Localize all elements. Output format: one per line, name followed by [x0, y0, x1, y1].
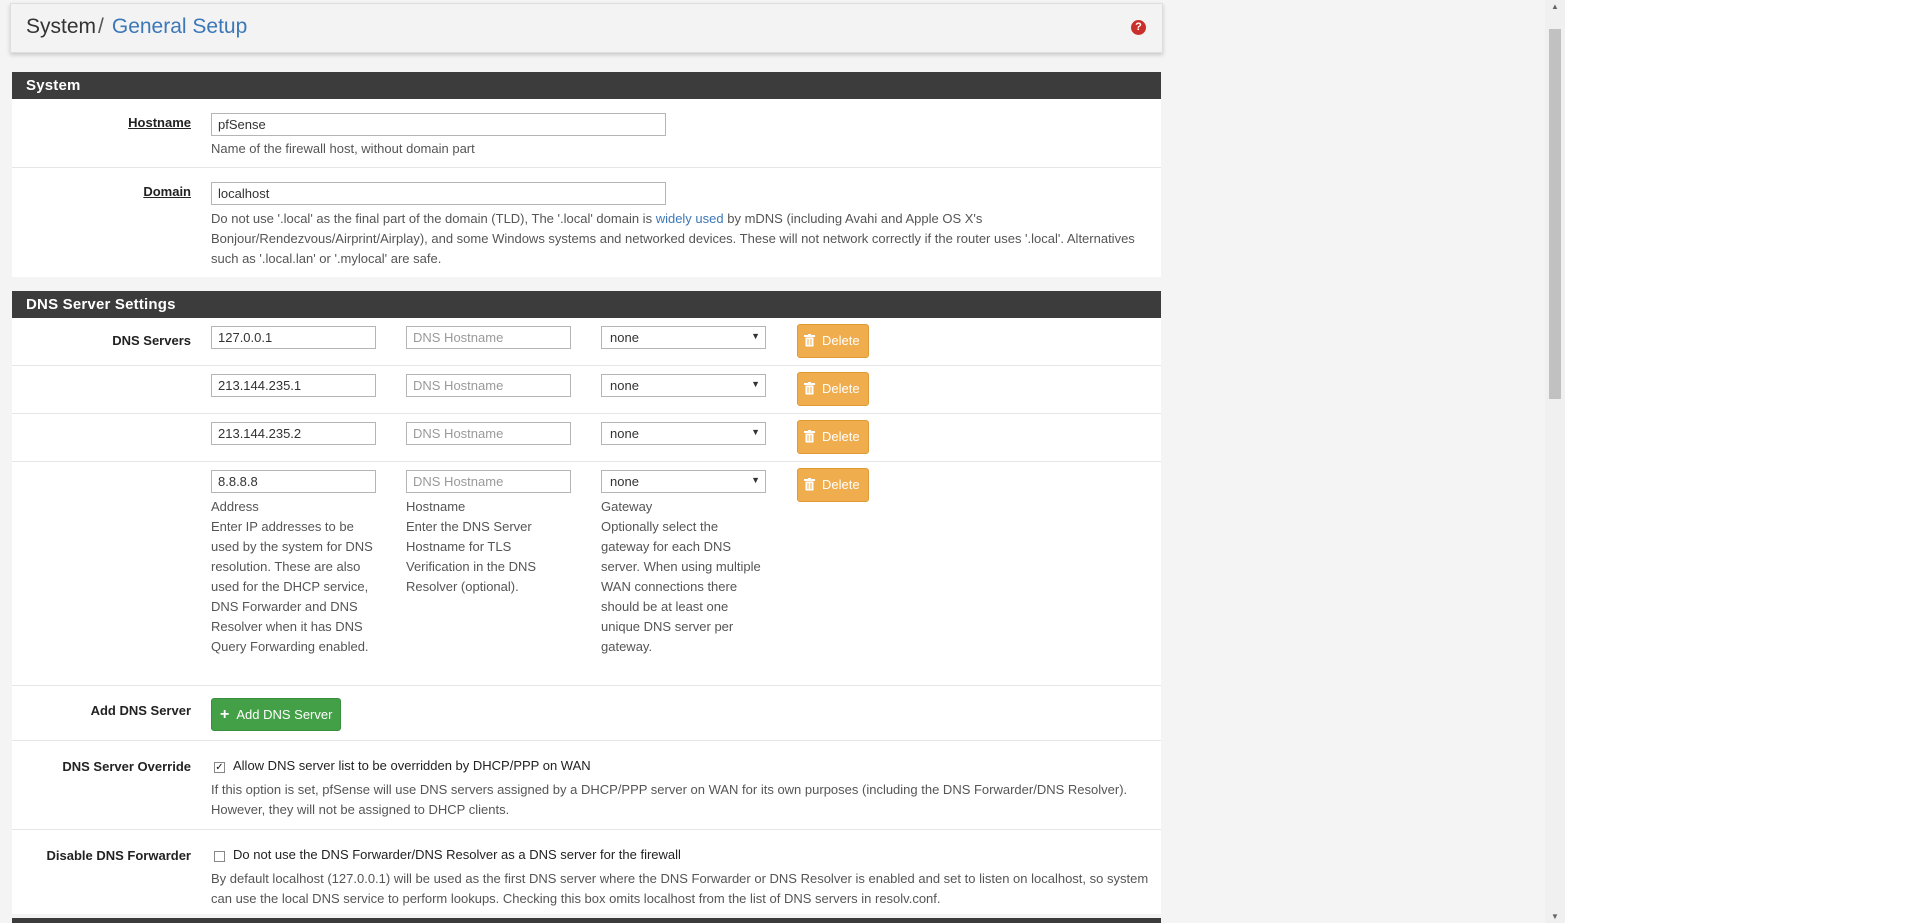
scrollbar-thumb[interactable] [1549, 29, 1561, 399]
dns-hostname-input[interactable] [406, 470, 571, 493]
dns-server-row: none ▼ Delete Address Enter IP addresses … [12, 462, 1161, 686]
trash-icon [804, 478, 815, 491]
hostname-label: Hostname [128, 115, 191, 130]
trash-icon [804, 430, 815, 443]
disable-dns-forwarder-checkbox-label[interactable]: Do not use the DNS Forwarder/DNS Resolve… [233, 847, 681, 862]
plus-icon: + [220, 706, 230, 723]
dns-hostname-input[interactable] [406, 422, 571, 445]
system-panel-title: System [12, 72, 1161, 99]
dns-address-input[interactable] [211, 374, 376, 397]
dns-server-row: none ▼ Delete [12, 414, 1161, 462]
delete-label: Delete [822, 477, 860, 492]
domain-help: Do not use '.local' as the final part of… [211, 209, 1151, 269]
hostname-help: Name of the firewall host, without domai… [211, 141, 475, 156]
gateway-help-text: Optionally select the gateway for each D… [601, 519, 761, 654]
dns-gateway-value: none [610, 378, 639, 393]
dns-settings-panel-title: DNS Server Settings [12, 291, 1161, 318]
dns-override-row: DNS Server Override ✓ Allow DNS server l… [12, 741, 1161, 830]
vertical-scrollbar[interactable]: ▲ ▼ [1545, 0, 1565, 923]
delete-dns-button[interactable]: Delete [797, 468, 869, 502]
delete-dns-button[interactable]: Delete [797, 324, 869, 358]
breadcrumb-parent[interactable]: System [26, 15, 96, 38]
dns-override-help: If this option is set, pfSense will use … [211, 782, 1128, 817]
scroll-down-arrow-icon[interactable]: ▼ [1545, 910, 1565, 923]
dns-hostname-input[interactable] [406, 374, 571, 397]
dns-override-checkbox-label[interactable]: Allow DNS server list to be overridden b… [233, 758, 591, 773]
scroll-up-arrow-icon[interactable]: ▲ [1545, 0, 1565, 13]
caret-down-icon: ▼ [751, 331, 760, 341]
caret-down-icon: ▼ [751, 427, 760, 437]
add-dns-server-row: Add DNS Server + Add DNS Server [12, 686, 1161, 741]
dns-gateway-select[interactable]: none ▼ [601, 422, 766, 445]
domain-input[interactable] [211, 182, 666, 205]
widely-used-link[interactable]: widely used [656, 211, 724, 226]
dns-override-label: DNS Server Override [62, 759, 191, 774]
dns-settings-panel: DNS Server Settings DNS Servers none ▼ De… [12, 291, 1161, 914]
hostname-row: Hostname Name of the firewall host, with… [12, 99, 1161, 168]
main-viewport: System/General Setup ? System Hostname N… [0, 0, 1545, 923]
domain-help-text-1: Do not use '.local' as the final part of… [211, 211, 656, 226]
address-column-help: Address Enter IP addresses to be used by… [211, 497, 381, 657]
hostname-help-text: Enter the DNS Server Hostname for TLS Ve… [406, 519, 537, 594]
trash-icon [804, 382, 815, 395]
delete-dns-button[interactable]: Delete [797, 372, 869, 406]
blank-area [1565, 0, 1920, 923]
dns-hostname-input[interactable] [406, 326, 571, 349]
hostname-input[interactable] [211, 113, 666, 136]
disable-dns-forwarder-label: Disable DNS Forwarder [46, 848, 192, 863]
caret-down-icon: ▼ [751, 379, 760, 389]
dns-address-input[interactable] [211, 422, 376, 445]
dns-gateway-value: none [610, 474, 639, 489]
breadcrumb-current[interactable]: General Setup [112, 15, 247, 38]
add-dns-server-button-label: Add DNS Server [236, 707, 333, 722]
domain-row: Domain Do not use '.local' as the final … [12, 168, 1161, 277]
delete-label: Delete [822, 381, 860, 396]
hostname-help-title: Hostname [406, 499, 466, 514]
disable-dns-forwarder-checkbox[interactable] [214, 851, 225, 862]
delete-dns-button[interactable]: Delete [797, 420, 869, 454]
breadcrumb: System/ General Setup [26, 15, 247, 39]
dns-gateway-select[interactable]: none ▼ [601, 326, 766, 349]
dns-gateway-value: none [610, 330, 639, 345]
gateway-help-title: Gateway [601, 499, 653, 514]
delete-label: Delete [822, 429, 860, 444]
gateway-column-help: Gateway Optionally select the gateway fo… [601, 497, 766, 657]
next-panel-heading [12, 918, 1161, 923]
dns-gateway-select[interactable]: none ▼ [601, 374, 766, 397]
dns-server-row: DNS Servers none ▼ Delete [12, 318, 1161, 366]
page-header: System/ General Setup ? [10, 3, 1163, 53]
add-dns-server-button[interactable]: + Add DNS Server [211, 698, 341, 731]
dns-address-input[interactable] [211, 326, 376, 349]
add-dns-server-label: Add DNS Server [90, 703, 191, 718]
dns-address-input[interactable] [211, 470, 376, 493]
dns-servers-label: DNS Servers [112, 333, 191, 348]
hostname-column-help: Hostname Enter the DNS Server Hostname f… [406, 497, 566, 597]
disable-dns-forwarder-row: Disable DNS Forwarder Do not use the DNS… [12, 830, 1161, 920]
system-panel: System Hostname Name of the firewall hos… [12, 72, 1161, 277]
address-help-text: Enter IP addresses to be used by the sys… [211, 519, 373, 654]
address-help-title: Address [211, 499, 259, 514]
dns-gateway-select[interactable]: none ▼ [601, 470, 766, 493]
delete-label: Delete [822, 333, 860, 348]
breadcrumb-separator: / [98, 15, 104, 38]
question-circle-icon[interactable]: ? [1131, 20, 1146, 35]
dns-server-row: none ▼ Delete [12, 366, 1161, 414]
disable-dns-forwarder-help: By default localhost (127.0.0.1) will be… [211, 871, 1149, 906]
caret-down-icon: ▼ [751, 475, 760, 485]
dns-gateway-value: none [610, 426, 639, 441]
domain-label: Domain [143, 184, 191, 199]
trash-icon [804, 334, 815, 347]
dns-override-checkbox[interactable]: ✓ [214, 762, 225, 773]
